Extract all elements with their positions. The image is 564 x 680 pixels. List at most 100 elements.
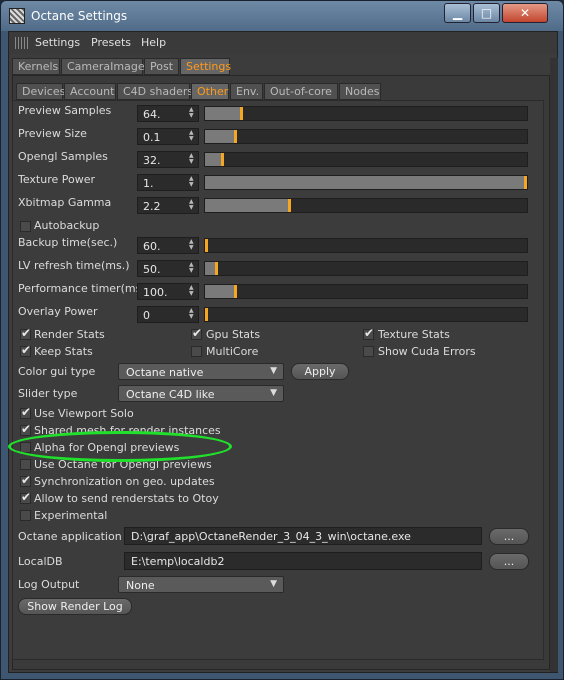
gpu-stats-checkbox[interactable] — [191, 326, 202, 340]
slider-knob[interactable] — [234, 130, 237, 143]
option-checkbox[interactable] — [20, 422, 31, 436]
octane-application-field[interactable]: D:\graf_app\OctaneRender_3_04_3_win\octa… — [124, 527, 482, 545]
param-slider[interactable] — [204, 175, 528, 190]
minimize-button[interactable]: ▁ — [444, 3, 471, 23]
param-slider[interactable] — [204, 129, 528, 144]
param-number-field[interactable]: 32. ▲ ▼ — [137, 151, 199, 168]
tab-account[interactable]: Account — [64, 83, 116, 100]
param-label: Opengl Samples — [18, 150, 108, 163]
close-button[interactable]: ✕ — [502, 3, 548, 23]
keep-stats-checkbox[interactable] — [20, 343, 31, 357]
slider-knob[interactable] — [221, 153, 224, 166]
tab-out-of-core[interactable]: Out-of-core — [264, 83, 338, 100]
log-output-dropdown[interactable]: None ▼ — [118, 576, 284, 593]
spin-arrows-icon[interactable]: ▲ ▼ — [189, 130, 195, 142]
texture-stats-checkbox[interactable] — [363, 326, 374, 340]
param-label: LV refresh time(ms.) — [18, 259, 130, 272]
param-number-field[interactable]: 100. ▲ ▼ — [137, 283, 199, 300]
tab-other[interactable]: Other — [191, 83, 229, 100]
param-value: 64. — [143, 108, 161, 121]
render-stats-checkbox[interactable] — [20, 326, 31, 340]
param-label: Backup time(sec.) — [18, 236, 118, 249]
chevron-down-icon: ▼ — [270, 366, 277, 376]
tab-post[interactable]: Post — [144, 58, 179, 75]
localdb-browse-button[interactable]: ... — [489, 553, 529, 570]
octane-application-browse-button[interactable]: ... — [489, 528, 529, 545]
spin-arrows-icon[interactable]: ▲ ▼ — [189, 308, 195, 320]
param-number-field[interactable]: 60. ▲ ▼ — [137, 237, 199, 254]
slider-knob[interactable] — [205, 239, 208, 252]
autobackup-checkbox[interactable] — [20, 221, 31, 232]
color-gui-value: Octane native — [126, 366, 204, 379]
spin-arrows-icon[interactable]: ▲ ▼ — [189, 199, 195, 211]
slider-knob[interactable] — [240, 107, 243, 120]
spin-arrows-icon[interactable]: ▲ ▼ — [189, 153, 195, 165]
apply-button[interactable]: Apply — [291, 363, 349, 380]
param-value: 1. — [143, 177, 154, 190]
menu-settings[interactable]: Settings — [35, 36, 80, 49]
option-checkbox[interactable] — [20, 490, 31, 504]
log-output-label: Log Output — [18, 578, 80, 591]
param-slider[interactable] — [204, 284, 528, 299]
param-value: 50. — [143, 263, 161, 276]
tab-nodes[interactable]: Nodes — [339, 83, 381, 100]
param-slider[interactable] — [204, 152, 528, 167]
localdb-field[interactable]: E:\temp\localdb2 — [124, 552, 482, 570]
param-slider[interactable] — [204, 198, 528, 213]
param-slider[interactable] — [204, 238, 528, 253]
param-number-field[interactable]: 0 ▲ ▼ — [137, 306, 199, 323]
slider-type-value: Octane C4D like — [126, 388, 215, 401]
param-number-field[interactable]: 0.1 ▲ ▼ — [137, 128, 199, 145]
param-number-field[interactable]: 2.2 ▲ ▼ — [137, 197, 199, 214]
keep-stats-label: Keep Stats — [34, 345, 93, 358]
tab-devices[interactable]: Devices — [16, 83, 65, 100]
slider-knob[interactable] — [524, 176, 527, 189]
option-checkbox[interactable] — [20, 473, 31, 487]
param-slider[interactable] — [204, 261, 528, 276]
tab-kernels[interactable]: Kernels — [12, 58, 60, 75]
tab-cameraimager[interactable]: CameraImager — [61, 58, 149, 75]
param-slider[interactable] — [204, 307, 528, 322]
spin-arrows-icon[interactable]: ▲ ▼ — [189, 239, 195, 251]
show-render-log-button[interactable]: Show Render Log — [18, 598, 132, 615]
slider-knob[interactable] — [234, 285, 237, 298]
slider-knob[interactable] — [205, 308, 208, 321]
color-gui-dropdown[interactable]: Octane native ▼ — [118, 363, 284, 380]
maximize-button[interactable]: □ — [473, 3, 500, 23]
option-checkbox[interactable] — [20, 459, 31, 470]
option-checkbox[interactable] — [20, 405, 31, 419]
menu-presets[interactable]: Presets — [91, 36, 131, 49]
param-number-field[interactable]: 50. ▲ ▼ — [137, 260, 199, 277]
color-gui-label: Color gui type — [18, 365, 96, 378]
spin-arrows-icon[interactable]: ▲ ▼ — [189, 107, 195, 119]
slider-fill — [205, 199, 288, 212]
multicore-label: MultiCore — [206, 345, 259, 358]
option-checkbox[interactable] — [20, 510, 31, 521]
title-bar[interactable]: Octane Settings ▁ □ ✕ — [1, 1, 564, 31]
show-cuda-errors-checkbox[interactable] — [363, 346, 374, 357]
menu-help[interactable]: Help — [141, 36, 166, 49]
slider-knob[interactable] — [215, 262, 218, 275]
tab-settings[interactable]: Settings — [180, 58, 231, 75]
localdb-path: E:\temp\localdb2 — [131, 555, 225, 568]
multicore-checkbox[interactable] — [191, 346, 202, 357]
tab-env[interactable]: Env. — [230, 83, 263, 100]
menu-bar: Settings Presets Help — [9, 32, 557, 54]
param-value: 60. — [143, 240, 161, 253]
param-number-field[interactable]: 64. ▲ ▼ — [137, 105, 199, 122]
spin-arrows-icon[interactable]: ▲ ▼ — [189, 262, 195, 274]
tab-c4d-shaders[interactable]: C4D shaders — [117, 83, 193, 100]
slider-knob[interactable] — [288, 199, 291, 212]
spin-arrows-icon[interactable]: ▲ ▼ — [189, 285, 195, 297]
param-value: 32. — [143, 154, 161, 167]
highlight-ring — [8, 431, 232, 462]
slider-type-dropdown[interactable]: Octane C4D like ▼ — [118, 385, 284, 402]
scrollbar[interactable] — [550, 58, 558, 672]
spin-arrows-icon[interactable]: ▲ ▼ — [189, 176, 195, 188]
log-output-value: None — [126, 579, 155, 592]
render-stats-label: Render Stats — [34, 328, 105, 341]
app-icon — [9, 8, 25, 24]
octane-application-path: D:\graf_app\OctaneRender_3_04_3_win\octa… — [131, 530, 411, 543]
param-number-field[interactable]: 1. ▲ ▼ — [137, 174, 199, 191]
param-slider[interactable] — [204, 106, 528, 121]
